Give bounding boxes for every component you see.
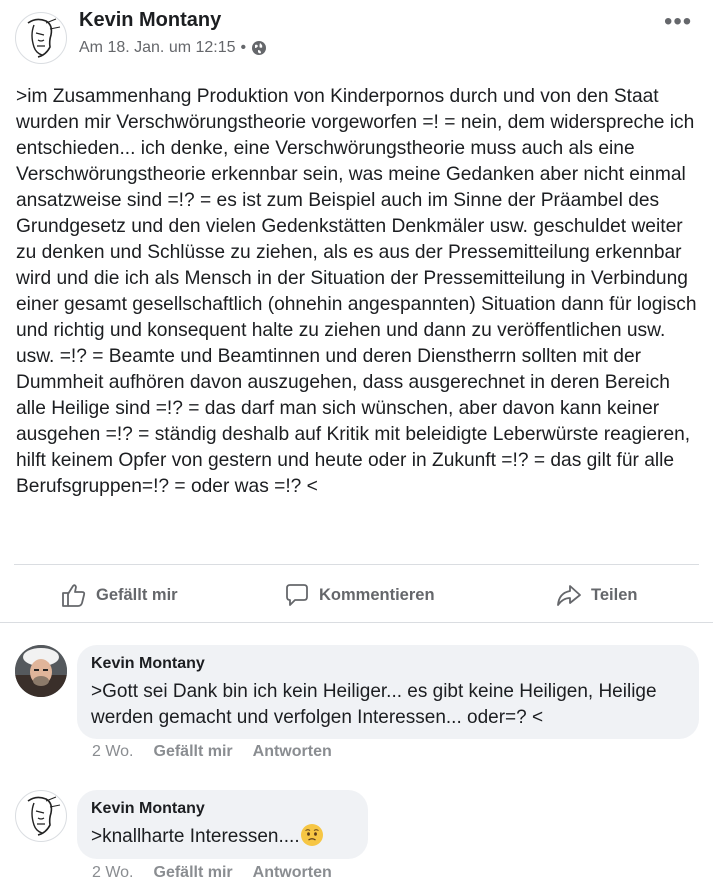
comment-author-name[interactable]: Kevin Montany — [91, 799, 354, 819]
comment-meta: 2 Wo. Gefällt mir Antworten — [92, 743, 332, 761]
comment-author-name[interactable]: Kevin Montany — [91, 654, 685, 674]
worried-face-emoji-icon — [300, 824, 323, 846]
post-meta: Am 18. Jan. um 12:15 • — [79, 39, 267, 57]
comment-text-row: >knallharte Interessen.... — [91, 824, 354, 850]
post-author-name[interactable]: Kevin Montany — [79, 9, 221, 32]
more-options-button[interactable]: ••• — [664, 8, 692, 36]
comment-text: >Gott sei Dank bin ich kein Heiliger... … — [91, 681, 657, 728]
comment-bubble: Kevin Montany >knallharte Interessen.... — [77, 790, 368, 859]
post-timestamp[interactable]: Am 18. Jan. um 12:15 — [79, 39, 236, 57]
divider — [0, 622, 713, 623]
like-label: Gefällt mir — [96, 585, 178, 604]
comment-author-avatar[interactable] — [15, 645, 67, 697]
share-label: Teilen — [591, 585, 638, 604]
comment-author-avatar[interactable] — [15, 790, 67, 842]
globe-icon — [252, 41, 267, 55]
comment-meta: 2 Wo. Gefällt mir Antworten — [92, 864, 332, 882]
divider — [14, 564, 699, 565]
comment-text: >knallharte Interessen.... — [91, 826, 300, 847]
post-text: >im Zusammenhang Produktion von Kinderpo… — [16, 86, 697, 497]
comment-label: Kommentieren — [319, 585, 435, 604]
comment-icon — [286, 584, 308, 606]
comment-time[interactable]: 2 Wo. — [92, 743, 134, 761]
thumbs-up-icon — [62, 584, 86, 607]
meta-separator: • — [240, 39, 247, 56]
comment-reply-button[interactable]: Antworten — [253, 864, 332, 882]
sketch-face-icon — [27, 796, 61, 836]
share-arrow-icon — [557, 585, 581, 606]
sketch-face-icon — [27, 18, 61, 58]
comment-bubble: Kevin Montany >Gott sei Dank bin ich kei… — [77, 645, 699, 739]
post-author-avatar[interactable] — [15, 12, 67, 64]
like-button[interactable]: Gefällt mir — [60, 580, 178, 610]
comment-like-button[interactable]: Gefällt mir — [154, 743, 233, 761]
photo-avatar-icon — [15, 645, 67, 697]
comment-time[interactable]: 2 Wo. — [92, 864, 134, 882]
comment-button[interactable]: Kommentieren — [283, 580, 435, 610]
comment-reply-button[interactable]: Antworten — [253, 743, 332, 761]
share-button[interactable]: Teilen — [555, 580, 637, 610]
comment-like-button[interactable]: Gefällt mir — [154, 864, 233, 882]
